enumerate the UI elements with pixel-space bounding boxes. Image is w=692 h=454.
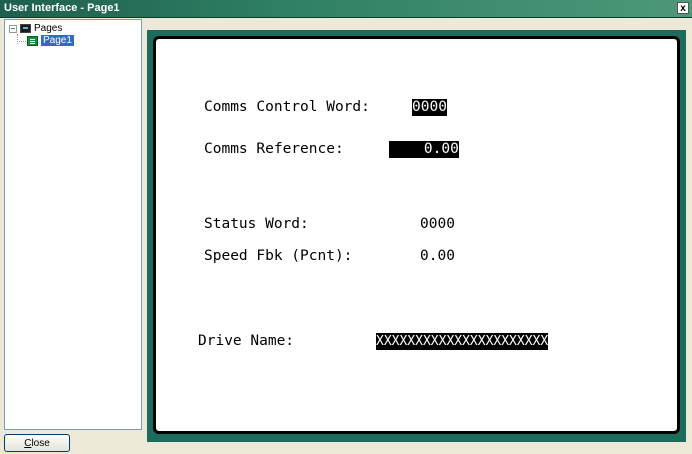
window-close-icon[interactable]: x xyxy=(677,2,689,14)
terminal-screen: Comms Control Word: 0000 Comms Reference… xyxy=(153,36,680,434)
page-tree: − Pages Page1 xyxy=(4,19,142,430)
tree-node-page1-label: Page1 xyxy=(41,35,74,46)
tree-connector xyxy=(17,41,26,43)
speed-fbk-value: 0.00 xyxy=(420,248,455,264)
comms-control-word-label: Comms Control Word: xyxy=(204,99,370,115)
close-button[interactable]: Close xyxy=(4,434,70,452)
drive-name-label: Drive Name: xyxy=(198,333,295,349)
page-icon xyxy=(27,35,38,46)
comms-reference-label: Comms Reference: xyxy=(204,141,344,157)
comms-reference-field[interactable]: 0.00 xyxy=(389,141,459,158)
speed-fbk-label: Speed Fbk (Pcnt): xyxy=(204,248,353,264)
drive-name-field[interactable]: XXXXXXXXXXXXXXXXXXXXXX xyxy=(376,333,549,350)
window-title: User Interface - Page1 xyxy=(4,2,120,14)
status-word-value: 0000 xyxy=(420,216,455,232)
tree-node-pages-label: Pages xyxy=(34,23,63,34)
tree-node-page1[interactable]: Page1 xyxy=(27,34,74,47)
collapse-icon[interactable]: − xyxy=(9,24,17,33)
status-word-label: Status Word: xyxy=(204,216,309,232)
page-viewer-frame: Comms Control Word: 0000 Comms Reference… xyxy=(147,30,686,442)
comms-control-word-field[interactable]: 0000 xyxy=(412,99,447,116)
title-bar: User Interface - Page1 x xyxy=(0,0,692,18)
pages-icon xyxy=(20,24,31,33)
close-button-label: lose xyxy=(31,438,50,449)
